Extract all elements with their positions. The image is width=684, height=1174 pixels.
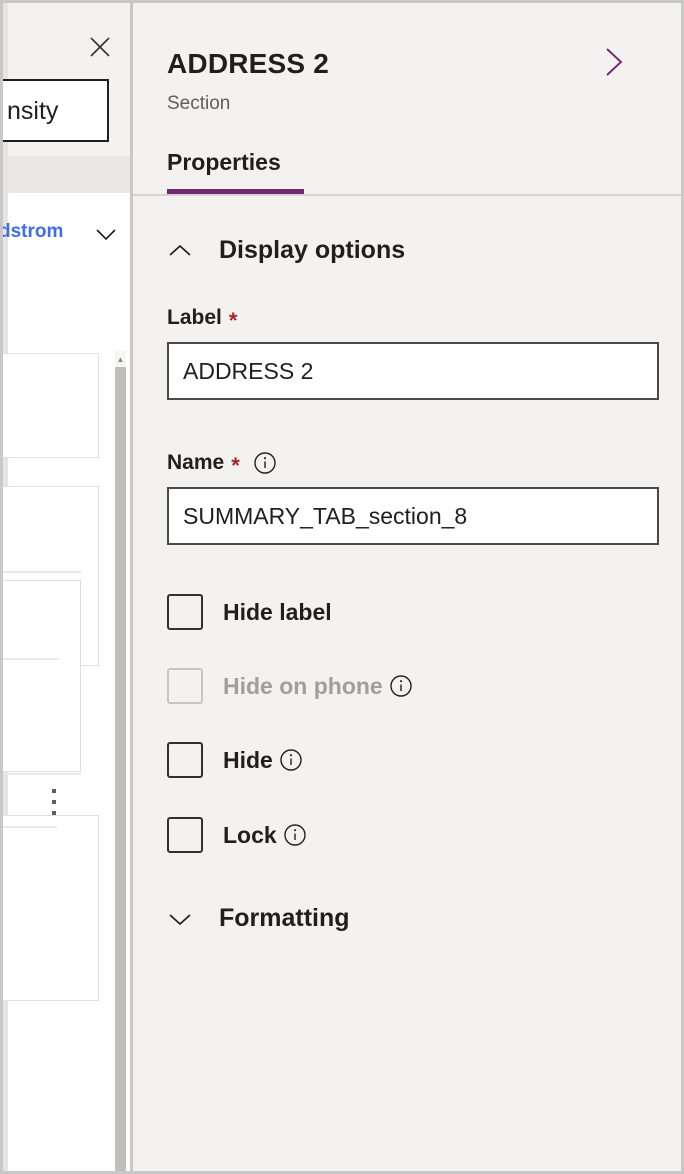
background-record-link[interactable]: dstrom [3,221,63,243]
checkbox-row-hide-label[interactable]: Hide label [167,594,332,630]
name-input[interactable] [167,487,659,545]
app-window: nsity dstrom ▲ ADDRESS 2 [0,0,684,1174]
panel-body: Display options Label * Name * [133,196,681,1171]
background-form-card [3,815,99,1001]
page-title: ADDRESS 2 [167,48,329,80]
name-field-caption-text: Name [167,451,224,475]
panel-tabstrip: Properties [133,149,681,195]
background-form-card [3,580,81,772]
background-divider [3,658,59,660]
checkbox-label-hide: Hide [223,747,273,774]
section-header-display-options[interactable]: Display options [167,236,405,265]
background-divider [3,826,57,828]
info-icon[interactable] [253,451,277,475]
background-divider [3,571,81,573]
section-title-formatting: Formatting [219,904,350,933]
checkbox-row-hide[interactable]: Hide [167,742,303,778]
close-icon[interactable] [88,35,112,59]
required-indicator: * [231,455,240,477]
info-icon[interactable] [389,674,413,698]
checkbox-label-lock: Lock [223,822,277,849]
background-link-row: dstrom [8,193,130,273]
section-title-display-options: Display options [219,236,405,265]
properties-panel: ADDRESS 2 Section Properties [133,3,681,1171]
background-designer-pane: nsity dstrom ▲ [3,3,130,1171]
checkbox-row-lock[interactable]: Lock [167,817,307,853]
info-icon[interactable] [283,823,307,847]
background-text-input-value: nsity [7,97,58,126]
chevron-down-icon[interactable] [92,225,120,243]
field-name-group: Name * [167,449,659,545]
label-input[interactable] [167,342,659,400]
checkbox-lock[interactable] [167,817,203,853]
required-indicator: * [229,310,238,332]
checkbox-hide-on-phone [167,668,203,704]
panel-header: ADDRESS 2 Section Properties [133,3,681,195]
field-label-group: Label * [167,304,659,400]
label-field-caption: Label * [167,304,659,332]
label-field-caption-text: Label [167,306,222,330]
checkbox-hide[interactable] [167,742,203,778]
chevron-down-icon [167,911,193,927]
info-icon[interactable] [279,748,303,772]
background-text-input[interactable]: nsity [3,79,109,142]
chevron-right-icon[interactable] [595,43,633,81]
name-field-caption: Name * [167,449,659,477]
background-scrollbar-thumb[interactable] [115,367,126,1171]
panel-subtitle: Section [167,93,230,115]
scroll-up-icon[interactable]: ▲ [116,355,125,364]
checkbox-label-hide-label: Hide label [223,599,332,626]
section-header-formatting[interactable]: Formatting [167,904,350,933]
more-vertical-icon[interactable] [51,789,57,815]
checkbox-label-hide-on-phone: Hide on phone [223,673,383,700]
background-divider [3,773,81,775]
tab-properties[interactable]: Properties [167,149,281,186]
checkbox-row-hide-on-phone: Hide on phone [167,668,413,704]
background-subbar [8,156,130,193]
checkbox-hide-label[interactable] [167,594,203,630]
background-form-card [3,353,99,458]
chevron-up-icon [167,243,193,259]
